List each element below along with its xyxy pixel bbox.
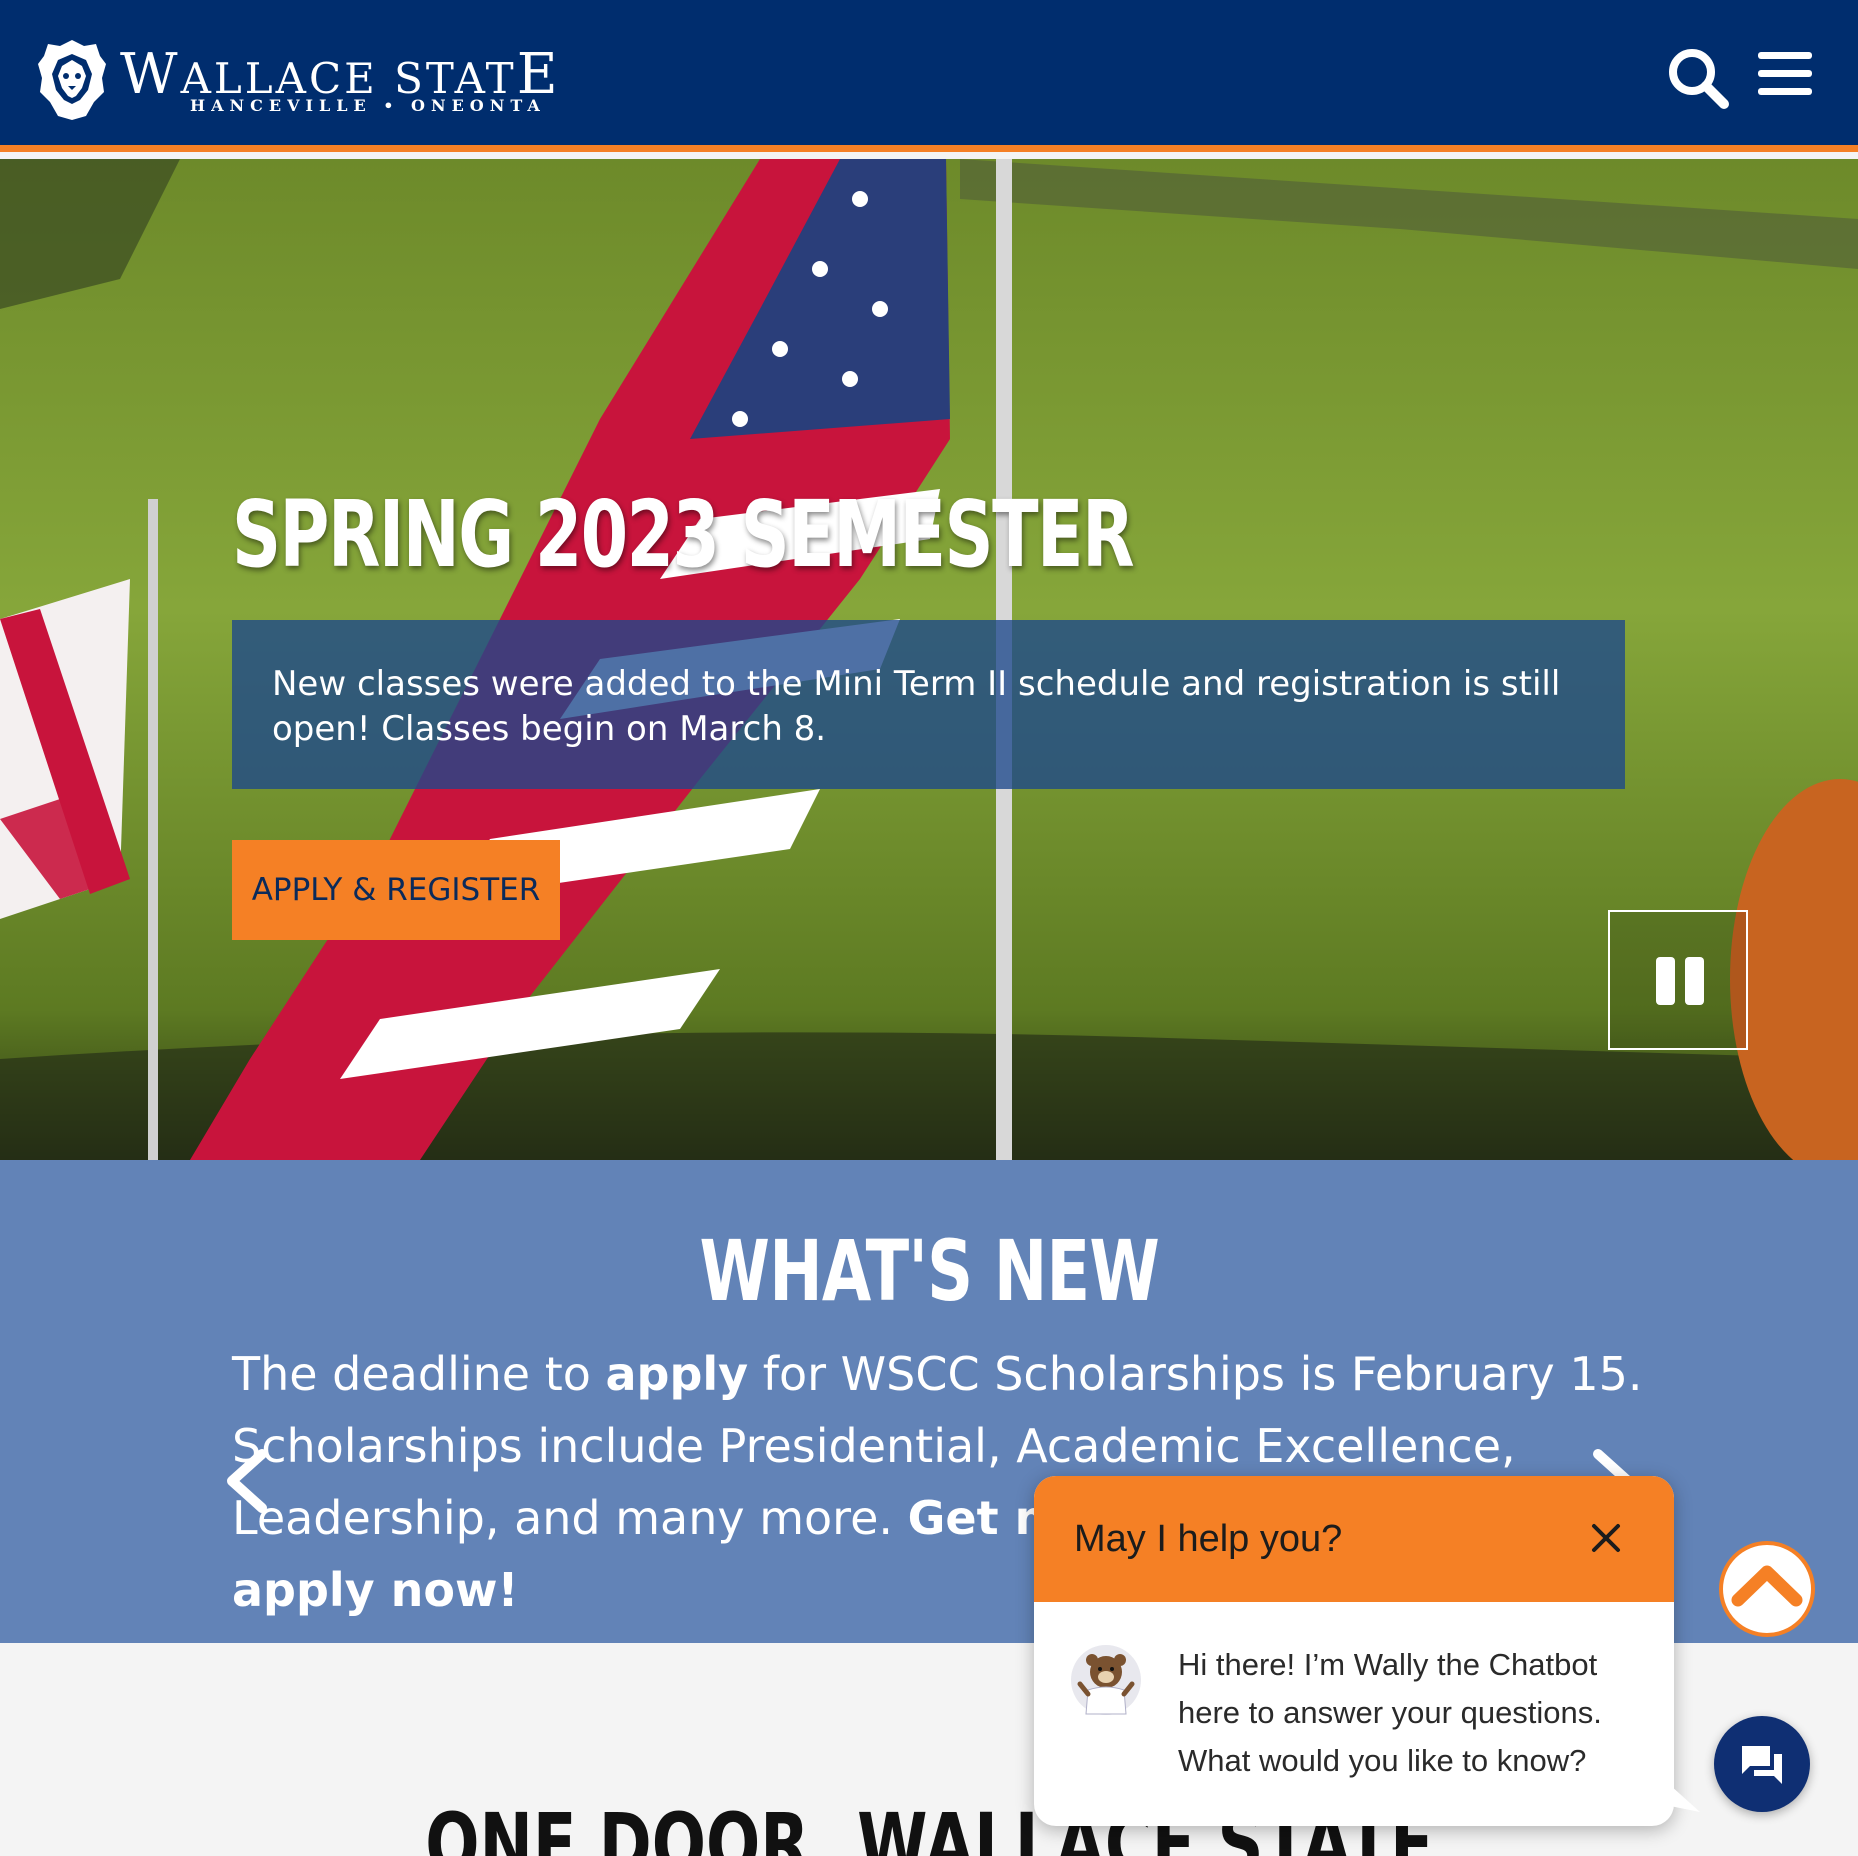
hero-description: New classes were added to the Mini Term … <box>232 620 1625 789</box>
logo-subtitle: HANCEVILLE • ONEONTA <box>190 96 546 115</box>
chat-launcher-button[interactable] <box>1714 1716 1810 1812</box>
pause-icon <box>1656 957 1704 1005</box>
scroll-to-top-button[interactable] <box>1718 1540 1816 1638</box>
slider-pause-button[interactable] <box>1608 910 1748 1050</box>
chatbot-close-button[interactable] <box>1586 1518 1626 1558</box>
chevron-up-icon <box>1719 1541 1815 1637</box>
chatbot-popup: May I help you? Hi there! I’m Wally the … <box>1034 1476 1700 1826</box>
chat-bubble-icon <box>1742 1746 1782 1784</box>
search-button[interactable] <box>1666 46 1730 110</box>
hero-title: SPRING 2023 SEMESTER <box>232 481 1134 588</box>
hamburger-menu-icon <box>1758 52 1812 95</box>
chatbot-header: May I help you? <box>1034 1476 1674 1602</box>
close-icon <box>1592 1524 1620 1552</box>
menu-button[interactable] <box>1756 48 1814 100</box>
lion-logo-icon <box>38 40 106 120</box>
chatbot-greeting-message: Hi there! I’m Wally the Chatbot here to … <box>1178 1647 1602 1778</box>
whats-new-title: WHAT'S NEW <box>699 1222 1159 1320</box>
news-prev-button[interactable] <box>222 1448 270 1514</box>
apply-register-button[interactable]: APPLY & REGISTER <box>232 840 560 940</box>
chatbot-title: May I help you? <box>1074 1518 1343 1560</box>
apply-link[interactable]: apply <box>606 1347 749 1401</box>
mascot-avatar-icon <box>1071 1645 1141 1715</box>
site-header: WALLACE STATE HANCEVILLE • ONEONTA <box>0 0 1858 152</box>
search-icon <box>1669 49 1729 109</box>
hero-slider: SPRING 2023 SEMESTER New classes were ad… <box>0 159 1858 1160</box>
chat-bubble-tail <box>1660 1776 1700 1812</box>
chevron-left-icon <box>227 1449 267 1513</box>
wallace-state-logo[interactable]: WALLACE STATE HANCEVILLE • ONEONTA <box>36 38 596 122</box>
